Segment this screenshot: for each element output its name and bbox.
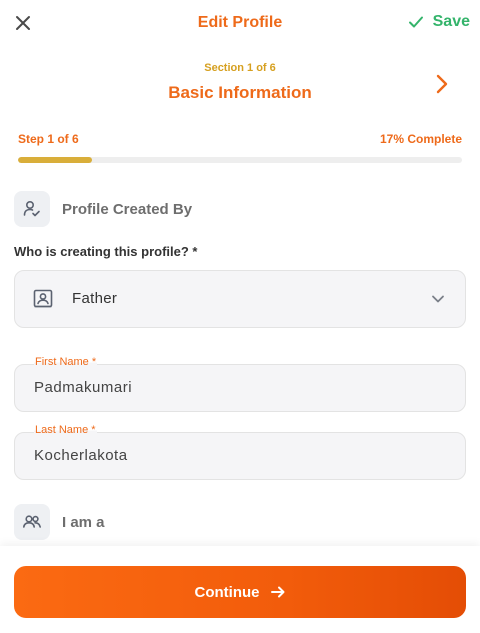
continue-label: Continue: [194, 583, 260, 601]
section-navigator: Section 1 of 6 Basic Information: [0, 60, 480, 110]
last-name-label: Last Name *: [34, 424, 97, 436]
i-am-a-header: I am a: [14, 504, 105, 540]
contact-badge-icon: [33, 289, 53, 314]
save-button[interactable]: Save: [408, 13, 470, 31]
user-check-icon: [14, 191, 50, 227]
last-name-field: Last Name *: [14, 424, 466, 480]
users-icon: [14, 504, 50, 540]
profile-created-by-label: Profile Created By: [62, 200, 193, 218]
step-label: Step 1 of 6: [18, 132, 79, 146]
next-section-button[interactable]: [430, 72, 454, 96]
profile-created-by-header: Profile Created By: [14, 191, 192, 227]
i-am-a-label: I am a: [62, 513, 105, 531]
continue-button[interactable]: Continue: [14, 566, 466, 618]
section-counter: Section 1 of 6: [204, 62, 276, 74]
app-header: Edit Profile Save: [0, 0, 480, 46]
last-name-input[interactable]: [34, 447, 434, 464]
who-creating-question: Who is creating this profile? *: [14, 244, 198, 259]
percent-complete-label: 17% Complete: [379, 132, 462, 146]
chevron-down-icon: [431, 292, 445, 311]
arrow-right-icon: [270, 586, 284, 598]
step-progress-labels: Step 1 of 6 17% Complete: [18, 132, 462, 150]
chevron-right-icon: [436, 74, 448, 94]
section-title: Basic Information: [168, 83, 312, 102]
created-by-select[interactable]: Father: [14, 270, 466, 328]
progress-bar-fill: [18, 157, 93, 163]
check-icon: [408, 16, 423, 28]
created-by-value: Father: [72, 290, 118, 307]
bottom-action-bar: Continue: [0, 546, 480, 633]
first-name-label: First Name *: [34, 356, 98, 368]
save-label: Save: [432, 13, 470, 30]
first-name-input[interactable]: [34, 379, 434, 396]
progress-bar: [18, 157, 462, 163]
first-name-field: First Name *: [14, 356, 466, 412]
